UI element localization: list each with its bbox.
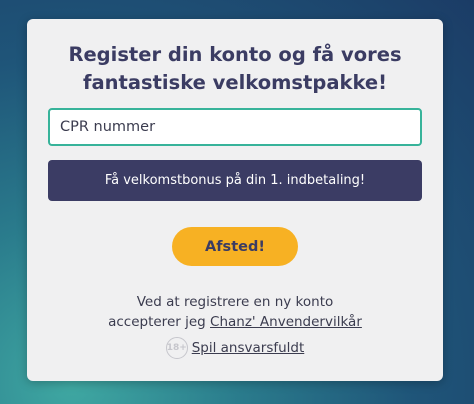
responsible-gaming: 18+ Spil ansvarsfuldt <box>27 337 443 359</box>
terms-text: Ved at registrere en ny konto accepterer… <box>27 292 443 332</box>
responsible-gaming-link[interactable]: Spil ansvarsfuldt <box>192 340 305 356</box>
welcome-bonus-label: Få velkomstbonus på din 1. indbetaling! <box>104 173 366 188</box>
welcome-bonus-button[interactable]: Få velkomstbonus på din 1. indbetaling! <box>48 160 422 201</box>
terms-prefix: accepterer jeg <box>108 314 211 330</box>
submit-button[interactable]: Afsted! <box>172 227 298 266</box>
age-18-plus-icon: 18+ <box>165 337 188 359</box>
registration-card: Register din konto og få vores fantastis… <box>27 19 443 381</box>
title-line-1: Register din konto og få vores <box>68 43 402 66</box>
submit-label: Afsted! <box>205 238 265 255</box>
terms-line-2: accepterer jeg Chanz' Anvendervilkår <box>27 312 443 332</box>
terms-line-1: Ved at registrere en ny konto <box>136 294 334 310</box>
terms-link[interactable]: Chanz' Anvendervilkår <box>210 314 362 330</box>
cpr-input[interactable] <box>48 108 422 146</box>
title-line-2: fantastiske velkomstpakke! <box>82 71 388 94</box>
form-title: Register din konto og få vores fantastis… <box>27 41 443 97</box>
